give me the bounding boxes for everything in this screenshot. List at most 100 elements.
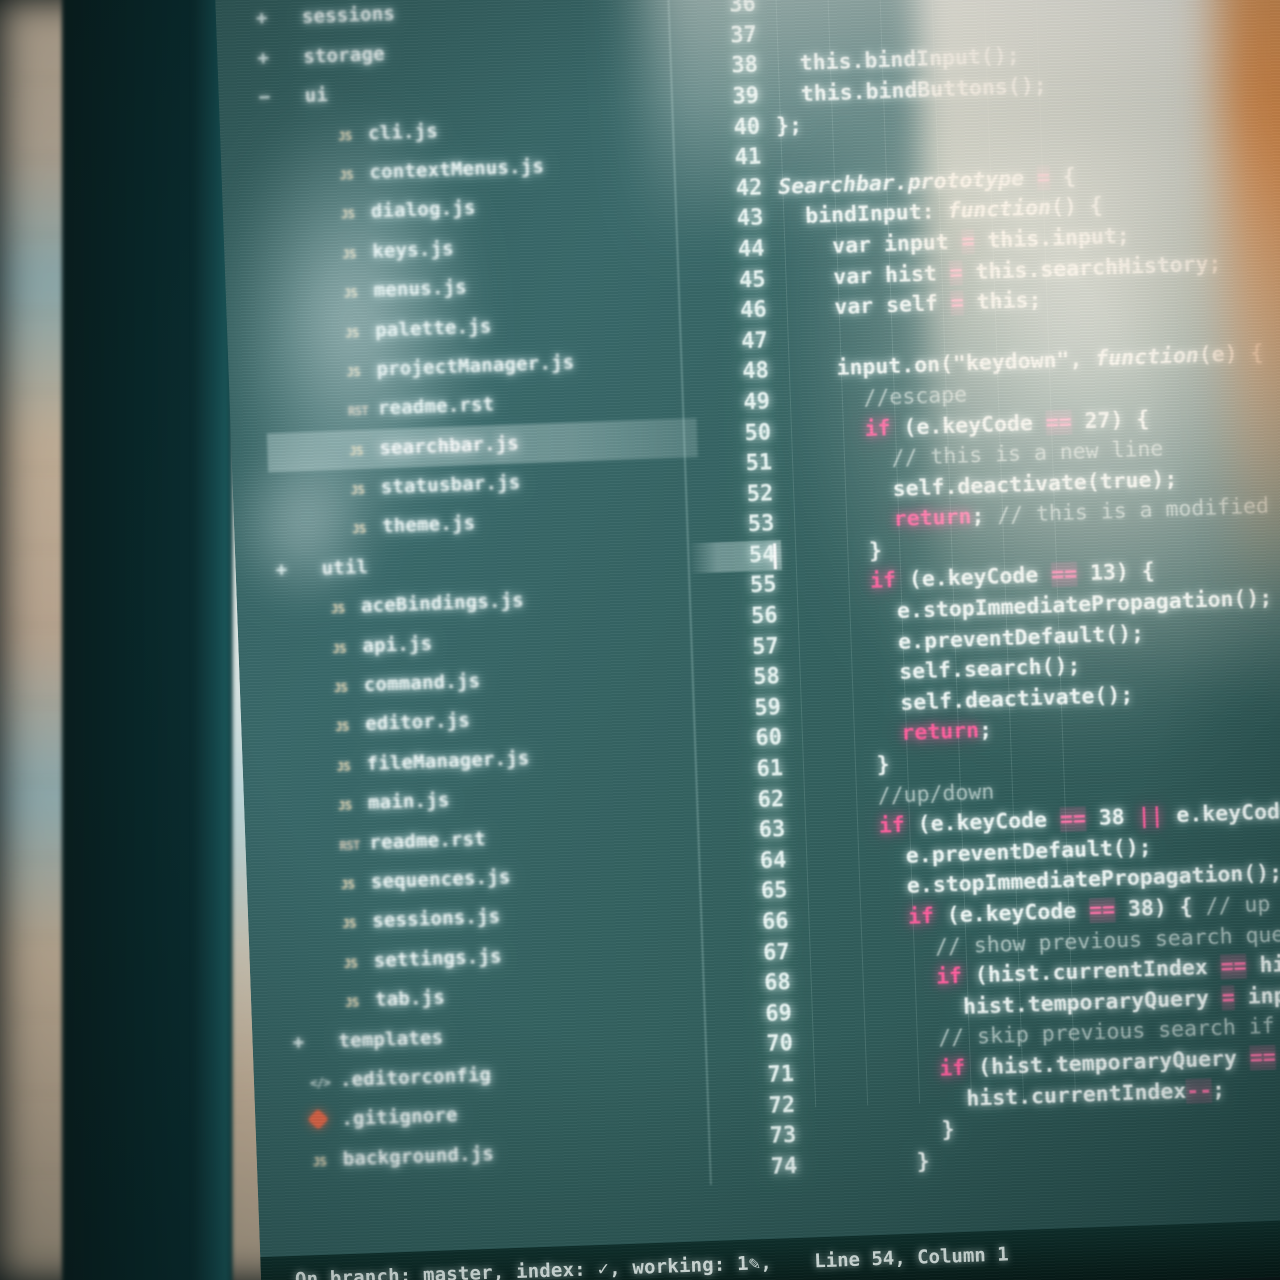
config-file-icon: </> (309, 1075, 331, 1091)
code-token: bindInput: (778, 199, 948, 231)
line-number[interactable]: 50 (685, 418, 778, 452)
line-number[interactable]: 40 (674, 112, 767, 146)
line-number[interactable]: 74 (711, 1151, 804, 1185)
code-token: = (949, 259, 964, 286)
code-token: == (1059, 806, 1087, 833)
file-tree[interactable]: +lib+sessions+storage−uiJScli.jsJScontex… (250, 0, 723, 1181)
code-token: == (1088, 897, 1116, 924)
line-number[interactable]: 56 (691, 601, 784, 635)
line-number[interactable]: 38 (671, 51, 764, 85)
line-number[interactable]: 39 (673, 81, 766, 115)
line-number[interactable]: 51 (686, 448, 779, 482)
tree-item-label: sessions.js (371, 905, 501, 933)
expand-twisty-icon[interactable]: + (251, 0, 272, 39)
line-number[interactable]: 48 (682, 357, 775, 391)
code-token: if (786, 415, 891, 445)
line-number[interactable]: 68 (704, 968, 797, 1002)
line-number[interactable]: 57 (692, 632, 785, 666)
code-token: hist (1259, 951, 1280, 979)
status-bar-branch-info: On branch: master, index: ✓, working: 1✎… (294, 1251, 773, 1280)
code-token: (e.keyCode (933, 898, 1090, 929)
js-file-icon: JS (332, 641, 347, 656)
line-number[interactable]: 73 (710, 1121, 803, 1155)
line-number[interactable]: 69 (705, 999, 798, 1033)
js-file-icon: JS (349, 443, 364, 459)
code-token: 38 (1085, 804, 1139, 832)
js-file-icon: JS (350, 483, 365, 498)
line-number[interactable]: 42 (676, 173, 769, 207)
line-number[interactable]: 72 (709, 1090, 802, 1124)
tree-item-label: .editorconfig (339, 1063, 492, 1092)
code-token: input (1247, 982, 1280, 1010)
tree-item-label: main.js (367, 789, 450, 815)
expand-twisty-icon[interactable]: + (271, 550, 292, 590)
code-token: { (1049, 164, 1077, 190)
expand-twisty-icon[interactable]: + (288, 1023, 309, 1063)
line-number[interactable]: 64 (700, 846, 793, 880)
line-number[interactable]: 66 (702, 907, 795, 941)
tree-item-label: storage (302, 42, 386, 68)
expand-twisty-icon[interactable]: + (253, 39, 274, 79)
code-token: || (1137, 803, 1164, 830)
line-number[interactable]: 65 (701, 876, 794, 910)
tree-item-label: tab.js (374, 986, 446, 1012)
line-number[interactable]: 61 (697, 754, 790, 788)
line-number[interactable]: 44 (678, 234, 771, 268)
tree-item-label: aceBindings.js (360, 589, 525, 618)
line-number[interactable]: 46 (680, 295, 773, 329)
line-number[interactable]: 49 (683, 387, 776, 421)
code-token: == (1050, 561, 1078, 588)
line-number[interactable]: 43 (677, 204, 770, 238)
code-token: //escape (785, 382, 968, 414)
line-number[interactable]: 60 (696, 723, 789, 757)
line-number[interactable]: 55 (690, 571, 783, 605)
line-number[interactable]: 63 (699, 815, 792, 849)
js-file-icon: JS (339, 168, 354, 183)
tree-item-label: templates (338, 1026, 444, 1052)
line-number[interactable]: 47 (681, 326, 774, 360)
code-token: return (797, 718, 980, 751)
code-token: this.bindInput(); (773, 43, 1021, 78)
code-token: } (798, 752, 891, 781)
code-token: = (961, 228, 975, 255)
js-file-icon: JS (344, 325, 359, 341)
line-number[interactable]: 45 (679, 265, 772, 299)
tree-item-label: keys.js (371, 237, 455, 263)
line-number[interactable]: 67 (703, 937, 796, 971)
tree-item-label: projectManager.js (376, 351, 575, 381)
screenshot-stage: +lib+sessions+storage−uiJScli.jsJScontex… (0, 0, 1280, 1280)
line-number[interactable]: 52 (687, 479, 780, 513)
js-file-icon: JS (344, 995, 359, 1011)
line-number[interactable]: 62 (698, 785, 791, 819)
line-number[interactable]: 53 (688, 509, 781, 543)
code-token: ; (978, 718, 993, 744)
code-token: this; (963, 287, 1042, 316)
code-token: -- (1185, 1077, 1213, 1104)
tree-item-label: readme.rst (377, 393, 495, 420)
code-token: () { (1050, 193, 1104, 221)
tree-item-label: contextMenus.js (369, 155, 545, 184)
line-number[interactable]: 71 (708, 1060, 801, 1094)
line-number[interactable]: 41 (675, 142, 768, 176)
js-file-icon: JS (337, 128, 352, 144)
code-editor-pane[interactable]: temporaryQuery: '' }; this.bindInput(); … (769, 0, 1280, 1182)
code-token: if (809, 1055, 966, 1087)
line-number[interactable]: 59 (694, 693, 787, 727)
line-number[interactable]: 37 (670, 20, 763, 54)
collapse-twisty-icon[interactable]: − (254, 78, 275, 118)
line-number[interactable]: 70 (706, 1029, 799, 1063)
code-token: 27) { (1071, 406, 1150, 435)
code-token: var hist (781, 260, 951, 292)
line-number[interactable]: 58 (693, 662, 786, 696)
js-file-icon: JS (312, 1154, 327, 1169)
line-number-current[interactable]: 54 (688, 539, 782, 574)
